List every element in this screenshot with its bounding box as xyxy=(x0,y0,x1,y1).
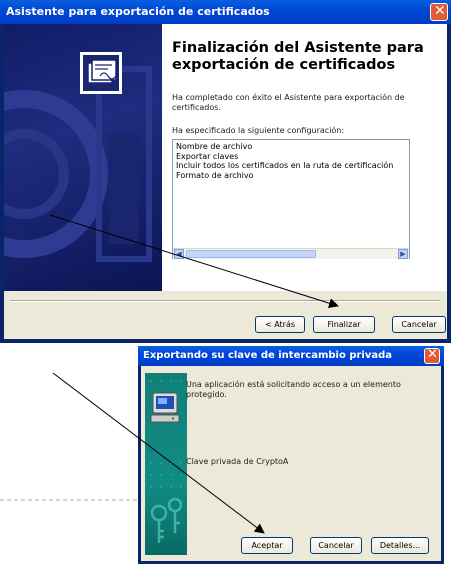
finish-button[interactable]: Finalizar xyxy=(313,316,375,333)
security-banner-artwork xyxy=(150,380,183,543)
close-icon: ✕ xyxy=(427,347,438,362)
certificate-banner-artwork xyxy=(4,52,152,262)
computer-icon xyxy=(150,392,180,423)
scroll-thumb[interactable] xyxy=(186,250,316,258)
export-wizard-title: Asistente para exportación de certificad… xyxy=(6,5,270,18)
wizard-sidebar-banner xyxy=(4,24,162,291)
private-key-label: Clave privada de CryptoA xyxy=(186,457,289,466)
keys-icon xyxy=(150,497,183,543)
scroll-right-button[interactable]: ▶ xyxy=(398,249,408,259)
private-key-dialog-close-button[interactable]: ✕ xyxy=(424,347,440,364)
private-key-dialog-title: Exportando su clave de intercambio priva… xyxy=(143,350,393,361)
config-item-export-keys: Exportar claves xyxy=(176,151,239,161)
close-icon: ✕ xyxy=(434,3,446,19)
dialog-message: Una aplicación está solicitando acceso a… xyxy=(186,380,401,399)
certificate-icon xyxy=(80,52,122,94)
dialog-cancel-button[interactable]: Cancelar xyxy=(310,537,362,554)
chevron-right-icon: ▶ xyxy=(400,250,406,258)
button-separator xyxy=(10,300,440,302)
config-list[interactable]: Nombre de archivo Exportar claves Inclui… xyxy=(172,139,410,259)
accept-button[interactable]: Aceptar xyxy=(241,537,293,554)
details-button[interactable]: Detalles... xyxy=(371,537,429,554)
wizard-description: Ha completado con éxito el Asistente par… xyxy=(172,93,405,112)
config-list-horizontal-scrollbar[interactable]: ◀ ▶ xyxy=(173,248,409,259)
config-item-filename: Nombre de archivo xyxy=(176,142,253,151)
dialog-sidebar-banner xyxy=(145,373,187,555)
config-item-include-chain: Incluir todos los certificados en la rut… xyxy=(176,161,394,171)
export-wizard-close-button[interactable]: ✕ xyxy=(430,3,448,21)
wizard-heading: Finalización del Asistente para exportac… xyxy=(172,40,424,73)
chevron-left-icon: ◀ xyxy=(176,250,182,258)
back-button[interactable]: < Atrás xyxy=(255,316,305,333)
scroll-left-button[interactable]: ◀ xyxy=(174,249,184,259)
cancel-button[interactable]: Cancelar xyxy=(392,316,446,333)
config-label: Ha especificado la siguiente configuraci… xyxy=(172,126,345,135)
config-item-file-format: Formato de archivo xyxy=(176,170,254,180)
